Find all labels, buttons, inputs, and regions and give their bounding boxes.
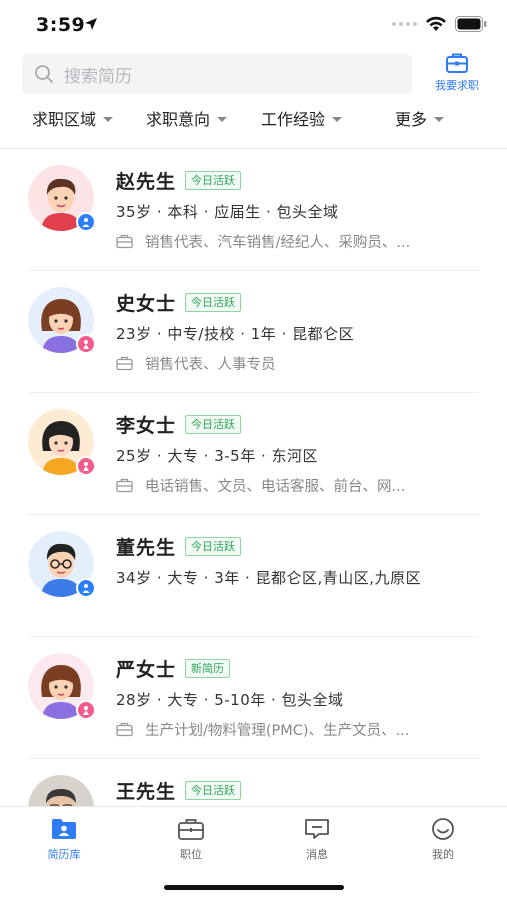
briefcase-icon xyxy=(178,819,204,840)
job-intent: 销售代表、汽车销售/经纪人、采购员、... xyxy=(145,235,411,251)
job-intent: 销售代表、人事专员 xyxy=(145,357,276,373)
tab-label: 职位 xyxy=(180,848,202,861)
location-arrow-icon xyxy=(85,18,97,30)
candidate-info: 28岁 · 大专 · 5-10年 · 包头全域 xyxy=(116,691,344,709)
briefcase-icon xyxy=(116,722,133,737)
tab-me[interactable]: 我的 xyxy=(403,817,483,862)
male-gender-icon xyxy=(76,578,96,598)
candidate-info: 23岁 · 中专/技校 · 1年 · 昆都仑区 xyxy=(116,325,355,343)
caret-down-icon xyxy=(217,116,228,122)
avatar xyxy=(28,409,96,476)
status-badge: 今日活跃 xyxy=(185,537,242,556)
filter-label: 工作经验 xyxy=(261,110,326,129)
filter-more[interactable]: 更多 xyxy=(395,106,445,130)
job-intent: 电话销售、文员、电话客服、前台、网... xyxy=(145,479,406,495)
resume-folder-icon xyxy=(52,819,76,839)
status-badge: 今日活跃 xyxy=(185,293,242,312)
battery-icon xyxy=(455,16,487,32)
smile-icon xyxy=(432,818,454,840)
female-gender-icon xyxy=(76,334,96,354)
candidate-name: 史女士 xyxy=(116,293,177,315)
candidate-name: 赵先生 xyxy=(116,171,177,193)
tab-resume-library[interactable]: 简历库 xyxy=(24,817,104,862)
briefcase-icon xyxy=(116,478,133,493)
briefcase-icon xyxy=(116,234,133,249)
filter-bar: 求职区域 求职意向 工作经验 更多 xyxy=(0,104,507,134)
status-badge: 今日活跃 xyxy=(185,781,242,800)
filter-region[interactable]: 求职区域 xyxy=(32,106,114,130)
female-gender-icon xyxy=(76,456,96,476)
job-seeking-button[interactable]: 我要求职 xyxy=(426,52,488,98)
filter-intent[interactable]: 求职意向 xyxy=(146,106,228,130)
caret-down-icon xyxy=(103,116,114,122)
status-bar: 3:59 xyxy=(0,0,507,48)
filter-label: 求职意向 xyxy=(146,110,211,129)
candidate-card[interactable]: 王先生 今日活跃 xyxy=(0,759,507,807)
male-gender-icon xyxy=(76,212,96,232)
status-badge: 今日活跃 xyxy=(185,171,242,190)
candidate-info: 34岁 · 大专 · 3年 · 昆都仑区,青山区,九原区 xyxy=(116,569,422,587)
avatar xyxy=(28,165,96,232)
avatar xyxy=(28,775,94,807)
candidate-card[interactable]: 李女士 今日活跃 25岁 · 大专 · 3-5年 · 东河区 电话销售、文员、电… xyxy=(0,393,507,515)
photo-avatar xyxy=(28,775,94,807)
avatar xyxy=(28,653,96,720)
candidate-info: 25岁 · 大专 · 3-5年 · 东河区 xyxy=(116,447,318,465)
candidate-name: 李女士 xyxy=(116,415,177,437)
filter-label: 求职区域 xyxy=(32,110,97,129)
briefcase-icon xyxy=(446,53,468,73)
tab-label: 消息 xyxy=(306,848,328,861)
search-placeholder: 搜索简历 xyxy=(64,66,132,87)
avatar xyxy=(28,287,96,354)
candidate-card[interactable]: 严女士 新简历 28岁 · 大专 · 5-10年 · 包头全域 生产计划/物料管… xyxy=(0,637,507,759)
job-seeking-label: 我要求职 xyxy=(435,79,479,92)
caret-down-icon xyxy=(434,116,445,122)
briefcase-icon xyxy=(116,356,133,371)
message-icon xyxy=(305,819,329,839)
search-row: 搜索简历 我要求职 xyxy=(0,52,507,98)
home-indicator xyxy=(164,885,344,890)
job-intent: 生产计划/物料管理(PMC)、生产文员、... xyxy=(145,723,410,739)
cellular-signal-icon xyxy=(392,22,417,26)
tab-messages[interactable]: 消息 xyxy=(277,817,357,862)
candidate-card[interactable]: 赵先生 今日活跃 35岁 · 本科 · 应届生 · 包头全域 销售代表、汽车销售… xyxy=(0,149,507,271)
tab-label: 简历库 xyxy=(47,848,81,861)
filter-label: 更多 xyxy=(395,110,428,129)
tab-jobs[interactable]: 职位 xyxy=(151,817,231,862)
wifi-icon xyxy=(426,16,446,31)
candidate-card[interactable]: 史女士 今日活跃 23岁 · 中专/技校 · 1年 · 昆都仑区 销售代表、人事… xyxy=(0,271,507,393)
status-badge: 新简历 xyxy=(185,659,231,678)
candidate-card[interactable]: 董先生 今日活跃 34岁 · 大专 · 3年 · 昆都仑区,青山区,九原区 xyxy=(0,515,507,637)
status-badge: 今日活跃 xyxy=(185,415,242,434)
caret-down-icon xyxy=(332,116,343,122)
candidate-name: 王先生 xyxy=(116,781,177,803)
candidate-info: 35岁 · 本科 · 应届生 · 包头全域 xyxy=(116,203,339,221)
search-icon xyxy=(35,65,53,83)
candidate-name: 严女士 xyxy=(116,659,177,681)
avatar xyxy=(28,531,96,598)
candidate-name: 董先生 xyxy=(116,537,177,559)
tab-label: 我的 xyxy=(432,848,454,861)
filter-experience[interactable]: 工作经验 xyxy=(261,106,343,130)
female-gender-icon xyxy=(76,700,96,720)
status-time: 3:59 xyxy=(36,14,86,36)
search-input[interactable]: 搜索简历 xyxy=(22,54,412,94)
